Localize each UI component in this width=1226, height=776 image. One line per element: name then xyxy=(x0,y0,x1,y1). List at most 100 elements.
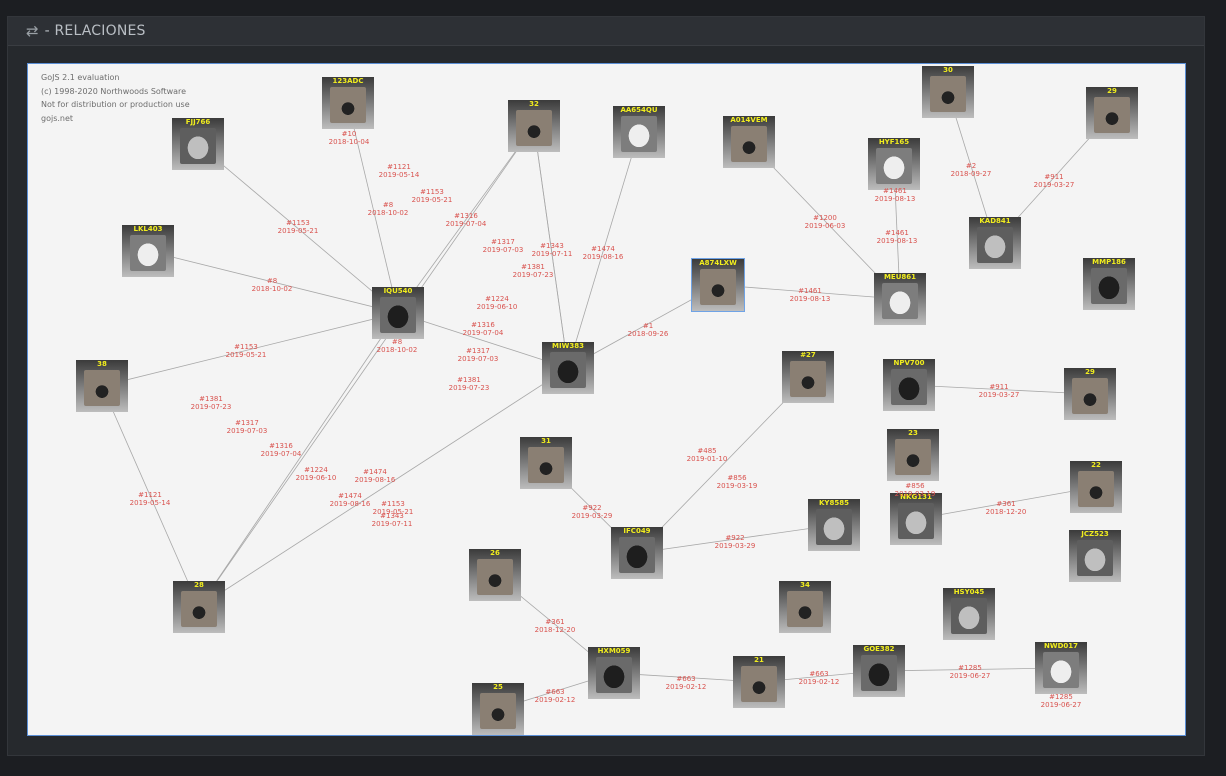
vehicle-node-label: MMP186 xyxy=(1092,258,1126,266)
vehicle-node[interactable]: AA654QU xyxy=(613,106,665,158)
vehicle-node[interactable]: A014VEM xyxy=(723,116,775,168)
relation-date: 2018-12-20 xyxy=(534,626,576,634)
vehicle-node-label: NPV700 xyxy=(893,359,925,367)
relation-id: #1474 xyxy=(338,492,362,500)
vehicle-node[interactable]: 123ADC xyxy=(322,77,374,129)
vehicle-node[interactable]: HSY045 xyxy=(943,588,995,640)
vehicle-node-label: 21 xyxy=(754,656,764,664)
vehicle-node[interactable]: NPV700 xyxy=(883,359,935,411)
relation-label: #1316 2019-07-04 xyxy=(463,321,504,337)
relation-date: 2019-02-12 xyxy=(665,683,707,691)
relation-id: #1121 xyxy=(138,491,162,499)
relation-date: 2019-07-03 xyxy=(226,427,268,435)
vehicle-node[interactable]: FJJ766 xyxy=(172,118,224,170)
vehicle-node[interactable]: 29 xyxy=(1086,87,1138,139)
vehicle-node[interactable]: #27 xyxy=(782,351,834,403)
vehicle-node[interactable]: NKG131 xyxy=(890,493,942,545)
motorcycle-photo xyxy=(528,447,564,483)
vehicle-node[interactable]: MIW383 xyxy=(542,342,594,394)
motorcycle-photo xyxy=(84,370,120,406)
relation-label: #1316 2019-07-04 xyxy=(261,442,302,458)
relation-date: 2019-07-03 xyxy=(482,246,524,254)
relation-id: #1343 xyxy=(540,242,564,250)
relation-date: 2019-06-10 xyxy=(295,474,337,482)
relation-date: 2019-05-14 xyxy=(378,171,420,179)
relation-id: #1153 xyxy=(420,188,444,196)
relation-label: #1381 2019-07-23 xyxy=(191,395,232,411)
relation-label: #1381 2019-07-23 xyxy=(449,376,490,392)
vehicle-node[interactable]: JCZ523 xyxy=(1069,530,1121,582)
vehicle-node[interactable]: KY8585 xyxy=(808,499,860,551)
car-photo xyxy=(1043,652,1079,688)
relation-id: #911 xyxy=(1044,173,1064,181)
vehicle-node-label: 34 xyxy=(800,581,810,589)
vehicle-node[interactable]: MEU861 xyxy=(874,273,926,325)
relation-id: #1316 xyxy=(269,442,293,450)
motorcycle-photo xyxy=(930,76,966,112)
vehicle-node[interactable]: 30 xyxy=(922,66,974,118)
car-photo xyxy=(619,537,655,573)
relation-label: #361 2018-12-20 xyxy=(986,500,1027,516)
vehicle-node[interactable]: 34 xyxy=(779,581,831,633)
vehicle-node[interactable]: 26 xyxy=(469,549,521,601)
relation-label: #1317 2019-07-03 xyxy=(227,419,268,435)
vehicle-node[interactable]: IFC049 xyxy=(611,527,663,579)
motorcycle-photo xyxy=(790,361,826,397)
motorcycle-photo xyxy=(330,87,366,123)
relation-id: #1153 xyxy=(286,219,310,227)
car-photo xyxy=(130,235,166,271)
vehicle-node-label: 23 xyxy=(908,429,918,437)
relation-date: 2019-08-16 xyxy=(582,253,624,261)
vehicle-node[interactable]: 22 xyxy=(1070,461,1122,513)
relation-label: #2 2018-09-27 xyxy=(951,162,992,178)
vehicle-node[interactable]: LKL403 xyxy=(122,225,174,277)
vehicle-node[interactable]: 32 xyxy=(508,100,560,152)
vehicle-node[interactable]: IQU540 xyxy=(372,287,424,339)
relation-id: #922 xyxy=(725,534,745,542)
motorcycle-photo xyxy=(700,269,736,305)
relation-label: #663 2019-02-12 xyxy=(799,670,840,686)
motorcycle-photo xyxy=(895,439,931,475)
vehicle-node[interactable]: KAD841 xyxy=(969,217,1021,269)
relation-id: #1285 xyxy=(958,664,982,672)
vehicle-node[interactable]: 29 xyxy=(1064,368,1116,420)
relation-id: #485 xyxy=(697,447,717,455)
vehicle-node[interactable]: 31 xyxy=(520,437,572,489)
vehicle-node[interactable]: 28 xyxy=(173,581,225,633)
vehicle-node[interactable]: GOE382 xyxy=(853,645,905,697)
vehicle-node-label: 123ADC xyxy=(332,77,364,85)
relation-id: #663 xyxy=(676,675,696,683)
relations-diagram[interactable]: GoJS 2.1 evaluation (c) 1998-2020 Northw… xyxy=(27,63,1186,736)
relation-id: #2 xyxy=(965,162,977,170)
vehicle-node[interactable]: NWD017 xyxy=(1035,642,1087,694)
relation-label: #1317 2019-07-03 xyxy=(458,347,499,363)
relation-id: #361 xyxy=(996,500,1016,508)
relation-date: 2019-08-13 xyxy=(876,237,918,245)
vehicle-node[interactable]: 21 xyxy=(733,656,785,708)
relation-id: #1200 xyxy=(813,214,837,222)
car-photo xyxy=(380,297,416,333)
vehicle-node[interactable]: 38 xyxy=(76,360,128,412)
relation-label: #1200 2019-06-03 xyxy=(805,214,846,230)
vehicle-node[interactable]: HXM059 xyxy=(588,647,640,699)
vehicle-node[interactable]: A874LXW xyxy=(691,258,745,312)
relation-label: #1 2018-09-26 xyxy=(628,322,669,338)
vehicle-node-label: 22 xyxy=(1091,461,1101,469)
vehicle-node-label: LKL403 xyxy=(133,225,163,233)
car-photo xyxy=(882,283,918,319)
vehicle-node[interactable]: 25 xyxy=(472,683,524,735)
relation-date: 2019-03-19 xyxy=(894,490,936,498)
relation-id: #663 xyxy=(545,688,565,696)
vehicle-node-label: HXM059 xyxy=(597,647,631,655)
motorcycle-photo xyxy=(477,559,513,595)
relation-id: #1317 xyxy=(491,238,515,246)
relation-date: 2018-09-26 xyxy=(627,330,669,338)
car-photo xyxy=(180,128,216,164)
vehicle-node[interactable]: 23 xyxy=(887,429,939,481)
relation-date: 2018-10-02 xyxy=(367,209,409,217)
relation-label: #1224 2019-06-10 xyxy=(477,295,518,311)
relation-date: 2019-03-27 xyxy=(1033,181,1075,189)
vehicle-node[interactable]: MMP186 xyxy=(1083,258,1135,310)
relation-date: 2019-05-21 xyxy=(411,196,453,204)
vehicle-node[interactable]: HYF165 xyxy=(868,138,920,190)
